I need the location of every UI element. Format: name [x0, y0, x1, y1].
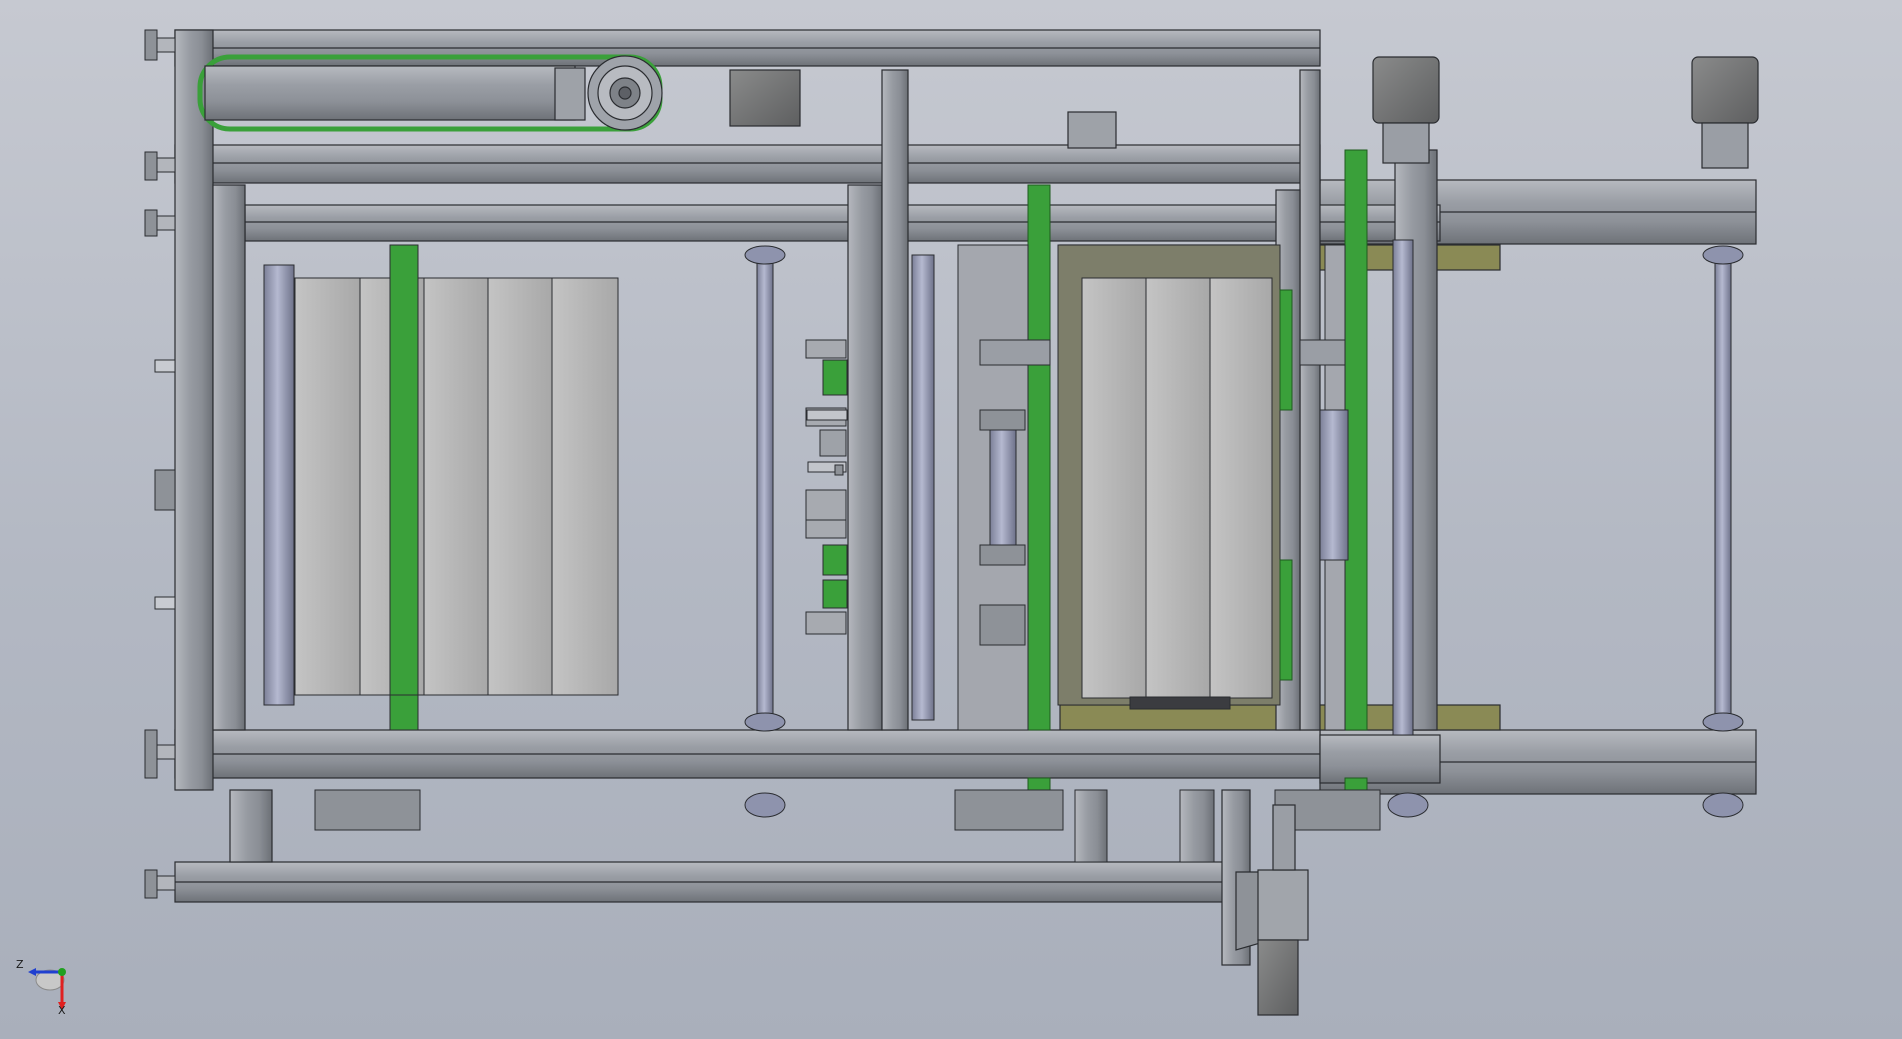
conveyor-assembly-model[interactable]: [0, 0, 1902, 1039]
axis-z-label: Z: [16, 958, 24, 971]
leveling-feet: [144, 29, 176, 899]
clamp-blocks: [805, 339, 848, 635]
left-panel-stack: [263, 244, 619, 731]
belt-drive-assembly: [197, 54, 663, 132]
right-panel-stack: [1057, 244, 1281, 710]
orientation-triad: Z X: [12, 958, 82, 1018]
cad-viewport[interactable]: Z X: [0, 0, 1902, 1039]
top-frame-beams: [174, 29, 1441, 242]
lower-motor-bracket: [1221, 789, 1309, 1016]
axis-x-label: X: [58, 1004, 66, 1017]
lower-bearings: [314, 789, 1744, 863]
